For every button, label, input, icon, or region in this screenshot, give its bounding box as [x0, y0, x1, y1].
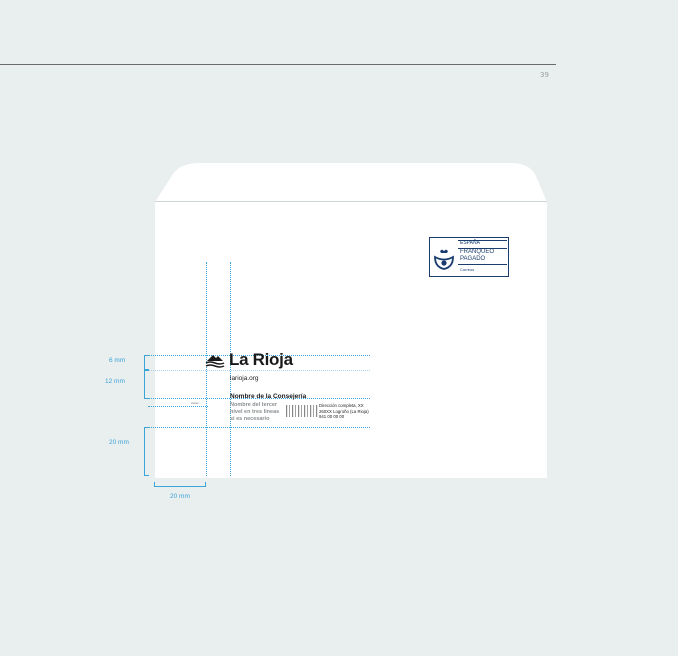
page-number: 39: [540, 71, 549, 79]
brand-website: larioja.org: [230, 375, 259, 382]
department-name: Nombre de la Consejería: [230, 393, 307, 400]
envelope-flap: [155, 163, 547, 202]
dimension-label-bottom: 20 mm: [109, 439, 129, 446]
level-line: nivel en tres líneas: [230, 409, 280, 415]
dimension-bracket-logo: [144, 370, 149, 399]
page: 39 ESPAÑA FRANQUEO PAGADO Correos 6 mm 1…: [0, 0, 678, 656]
dimension-bracket-left: [154, 482, 206, 487]
guide-vertical-left: [206, 262, 207, 476]
stamp-line-2: PAGADO: [460, 256, 486, 262]
dimension-label-logo: 12 mm: [105, 378, 125, 385]
address-line: 941 00 00 00: [319, 414, 345, 419]
level-line: Nombre del tercer: [230, 402, 278, 408]
dimension-label-left: 20 mm: [170, 493, 190, 500]
dimension-bracket-top: [144, 355, 149, 370]
dimension-bracket-bottom: [144, 427, 149, 476]
dimension-label-top: 6 mm: [109, 357, 126, 364]
guide-horizontal-bottom: [148, 427, 370, 428]
envelope: ESPAÑA FRANQUEO PAGADO Correos: [155, 162, 547, 478]
third-level-text: Nombre del tercer nivel en tres líneas s…: [230, 402, 279, 423]
brand-name: La Rioja: [229, 350, 293, 369]
stamp-country: ESPAÑA: [460, 240, 480, 246]
la-rioja-logo-icon: [205, 355, 225, 368]
address-line: Dirección completa, XX: [319, 403, 364, 408]
postage-stamp: ESPAÑA FRANQUEO PAGADO Correos: [429, 237, 509, 277]
post-horn-icon: [434, 249, 454, 270]
stamp-rule: [458, 264, 507, 265]
guide-horizontal-logo: [148, 370, 370, 371]
stamp-line-1: FRANQUEO: [460, 249, 495, 255]
level-line: si es necesario: [230, 416, 270, 422]
address-block: Dirección completa, XX 260XX Logroño (La…: [319, 403, 369, 420]
stamp-brand: Correos: [460, 267, 475, 272]
guide-horizontal-level: [148, 406, 208, 407]
small-mark: xxxxx: [191, 401, 199, 405]
header-rule: [0, 64, 556, 65]
barcode-graphic: [284, 404, 318, 418]
